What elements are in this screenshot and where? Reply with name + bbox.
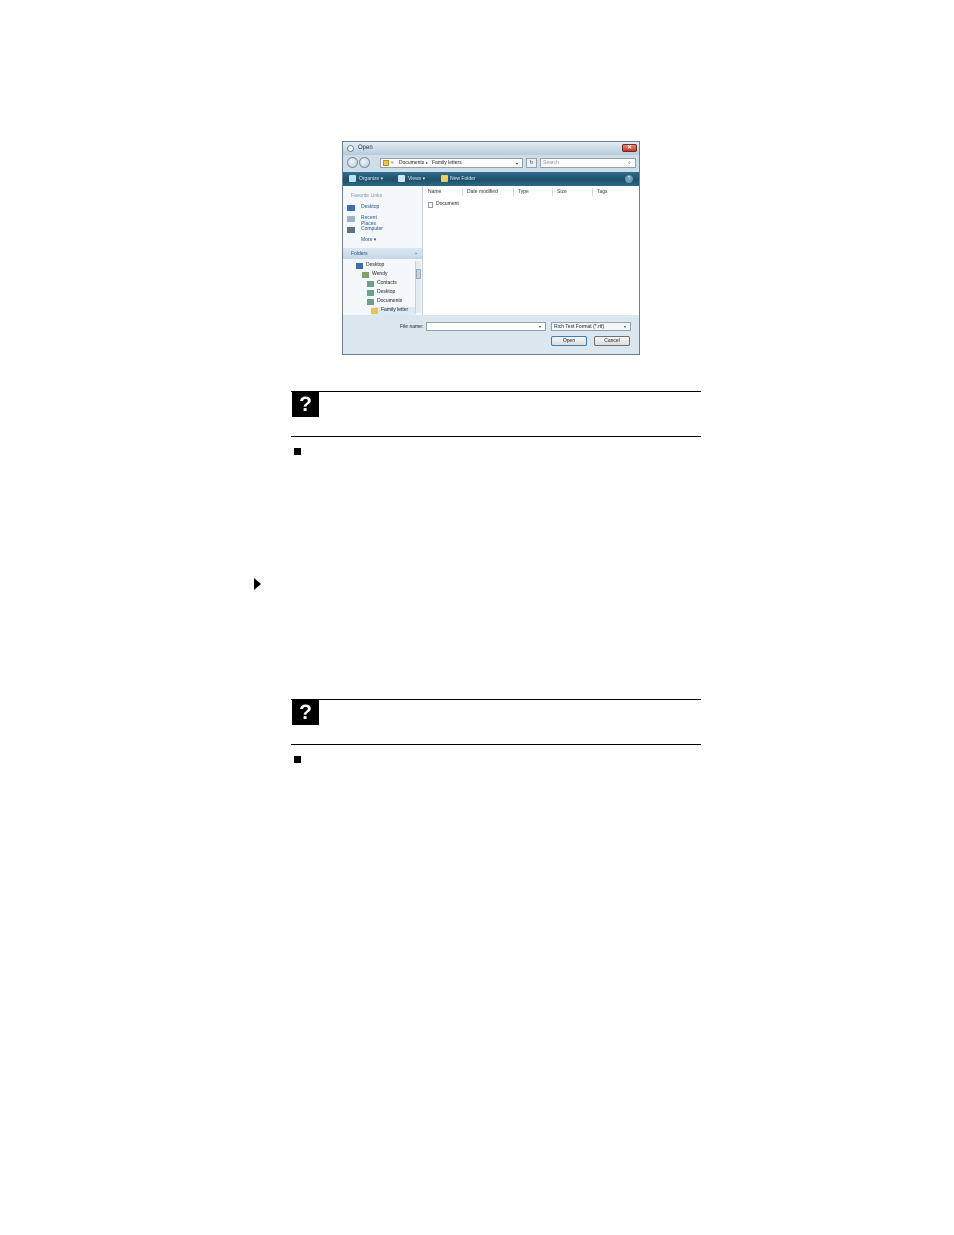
column-header-size[interactable]: Size (557, 189, 567, 195)
column-header-tags[interactable]: Tags (597, 189, 608, 195)
folder-icon (383, 160, 389, 166)
favorite-link-label: Computer (361, 226, 383, 232)
title-bar: Open ✕ (343, 142, 639, 155)
organize-icon[interactable] (349, 175, 356, 182)
scrollbar-thumb[interactable] (416, 269, 421, 279)
organize-button[interactable]: Organize ▾ (359, 176, 383, 182)
breadcrumb-documents[interactable]: Documents (399, 160, 424, 166)
dialog-app-icon (347, 145, 354, 152)
forward-arrow-icon[interactable] (359, 157, 370, 168)
address-chevron[interactable]: « (391, 160, 394, 166)
search-icon[interactable]: ⌕ (628, 160, 631, 166)
open-button[interactable]: Open (551, 336, 587, 346)
user-folder-icon (362, 272, 369, 278)
open-dialog: Open ✕ « Documents ▸ Family letters ▾ ↻ … (342, 141, 640, 355)
favorite-links-header: Favorite Links (351, 193, 383, 199)
computer-icon (347, 227, 355, 233)
close-button[interactable]: ✕ (622, 144, 637, 152)
desktop-folder-icon (367, 290, 374, 296)
help-icon: ? (292, 700, 319, 725)
contacts-folder-icon (367, 281, 374, 287)
tree-item-label: Wendy (372, 271, 388, 277)
favorite-link-label: Desktop (361, 204, 380, 210)
search-placeholder: Search (543, 160, 559, 166)
more-link[interactable]: More ▾ (361, 237, 376, 243)
desktop-icon (347, 205, 355, 211)
chevron-down-icon[interactable]: ▾ (624, 324, 626, 329)
search-input[interactable]: Search ⌕ (540, 158, 636, 168)
tree-item-label: Desktop (366, 262, 385, 268)
refresh-button[interactable]: ↻ (526, 158, 537, 168)
new-folder-button[interactable]: New Folder (450, 176, 476, 182)
help-box-top-rule (291, 699, 701, 700)
help-box-bottom-rule (291, 744, 701, 745)
help-box-bottom-rule (291, 436, 701, 437)
column-header-type[interactable]: Type (518, 189, 529, 195)
bullet-square-icon (294, 756, 301, 763)
folders-toggle[interactable]: Folders ⌄ (343, 248, 422, 259)
file-type-select[interactable]: Rich Text Format (*.rtf) ▾ (551, 322, 631, 331)
back-arrow-icon[interactable] (347, 157, 358, 168)
help-icon: ? (292, 392, 319, 417)
folder-tree-scrollbar[interactable] (415, 261, 421, 313)
help-icon[interactable]: ? (625, 175, 633, 183)
navigation-bar: « Documents ▸ Family letters ▾ ↻ Search … (343, 155, 639, 172)
command-toolbar: Organize ▾ Views ▾ New Folder ? (343, 172, 639, 186)
tree-item-label: Family letter (381, 307, 409, 313)
file-list: Name Date modified Type Size Tags Docume… (423, 186, 639, 315)
triangle-marker-icon (254, 578, 261, 590)
breadcrumb-family-letters[interactable]: Family letters (432, 160, 462, 166)
address-bar[interactable]: « Documents ▸ Family letters ▾ (380, 158, 523, 168)
dialog-title: Open (358, 145, 373, 151)
bullet-square-icon (294, 448, 301, 455)
views-button[interactable]: Views ▾ (408, 176, 425, 182)
views-icon[interactable] (398, 175, 405, 182)
new-folder-icon[interactable] (441, 175, 448, 182)
address-dropdown-icon[interactable]: ▾ (516, 161, 518, 166)
tree-item-label: Contacts (377, 280, 397, 286)
file-name-field[interactable]: ▾ (426, 322, 546, 331)
column-divider[interactable] (592, 188, 593, 196)
column-divider[interactable] (552, 188, 553, 196)
file-name-dropdown-icon[interactable]: ▾ (539, 324, 541, 329)
file-type-value: Rich Text Format (*.rtf) (554, 324, 605, 330)
cancel-button[interactable]: Cancel (594, 336, 630, 346)
breadcrumb-separator-icon[interactable]: ▸ (426, 160, 428, 165)
file-name-label: File name: (400, 324, 424, 330)
tree-item-label: Desktop (377, 289, 396, 295)
folder-icon (371, 308, 378, 314)
column-divider[interactable] (513, 188, 514, 196)
navigation-pane: Favorite Links Desktop Recent Places Com… (343, 186, 423, 316)
document-icon (428, 202, 433, 208)
folders-label: Folders (351, 251, 368, 257)
dialog-footer: File name: ▾ Rich Text Format (*.rtf) ▾ … (343, 315, 639, 354)
help-box-top-rule (291, 391, 701, 392)
recent-places-icon (347, 216, 355, 222)
desktop-icon (356, 263, 363, 269)
chevron-down-icon[interactable]: ⌄ (414, 250, 418, 256)
column-divider[interactable] (462, 188, 463, 196)
column-header-date-modified[interactable]: Date modified (467, 189, 498, 195)
documents-folder-icon (367, 299, 374, 305)
tree-item-label: Documents (377, 298, 403, 304)
column-header-name[interactable]: Name (428, 189, 441, 195)
file-item-label: Document (436, 201, 459, 207)
